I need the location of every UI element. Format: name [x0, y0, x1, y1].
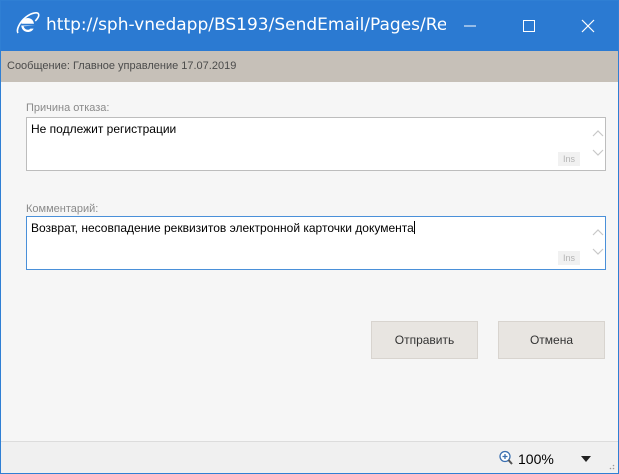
scroll-up-icon[interactable] [592, 228, 604, 236]
maximize-button[interactable] [503, 1, 555, 51]
window-title: http://sph-vnedapp/BS193/SendEmail/Pages… [46, 15, 446, 35]
maximize-icon [523, 20, 535, 32]
chevron-down-icon[interactable] [581, 456, 591, 462]
insert-mode-badge: Ins [558, 251, 580, 265]
minimize-icon [464, 25, 476, 27]
close-button[interactable] [562, 1, 614, 51]
close-icon [581, 19, 595, 33]
message-info-text: Сообщение: Главное управление 17.07.2019 [7, 60, 237, 72]
cancel-button[interactable]: Отмена [498, 321, 605, 359]
internet-explorer-icon [14, 11, 40, 37]
scroll-up-icon[interactable] [592, 129, 604, 137]
comment-value: Возврат, несовпадение реквизитов электро… [31, 221, 414, 235]
minimize-button[interactable] [444, 1, 496, 51]
insert-mode-badge: Ins [558, 152, 580, 166]
send-button[interactable]: Отправить [371, 321, 478, 359]
form-content: Причина отказа: Не подлежит регистрации … [1, 82, 618, 441]
text-caret [413, 221, 415, 234]
comment-field[interactable]: Возврат, несовпадение реквизитов электро… [26, 216, 606, 270]
scroll-down-icon[interactable] [592, 149, 604, 157]
comment-label: Комментарий: [26, 203, 99, 215]
reason-label: Причина отказа: [26, 102, 110, 114]
reason-value: Не подлежит регистрации [31, 122, 177, 136]
dialog-window: http://sph-vnedapp/BS193/SendEmail/Pages… [0, 0, 619, 474]
reason-field[interactable]: Не подлежит регистрации Ins [26, 117, 606, 171]
scroll-down-icon[interactable] [592, 248, 604, 256]
zoom-level[interactable]: 100% [518, 451, 554, 467]
title-bar[interactable]: http://sph-vnedapp/BS193/SendEmail/Pages… [1, 1, 618, 51]
status-bar: 100% [1, 441, 618, 473]
zoom-icon[interactable] [498, 450, 516, 466]
comment-value-wrap: Возврат, несовпадение реквизитов электро… [31, 221, 415, 235]
resize-grip-icon[interactable] [607, 462, 615, 470]
message-info-bar: Сообщение: Главное управление 17.07.2019 [1, 51, 618, 82]
